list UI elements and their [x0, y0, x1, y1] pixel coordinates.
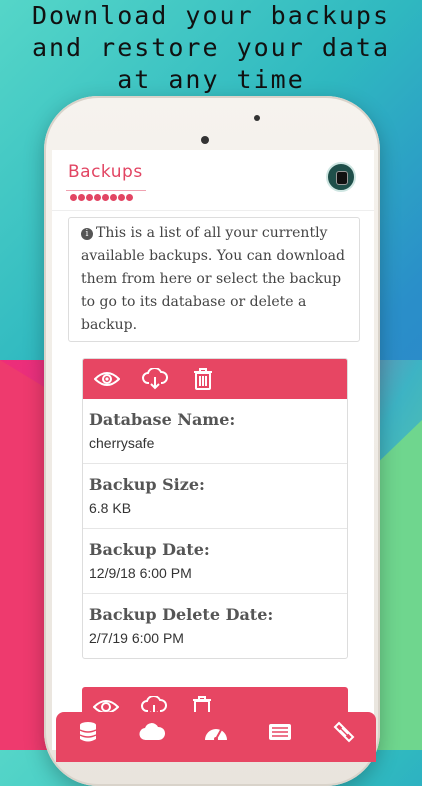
- field-label: Backup Date:: [89, 540, 210, 559]
- app-screen: Backups i This is a list of all your curr…: [52, 150, 374, 750]
- info-text: This is a list of all your currently ava…: [81, 225, 345, 333]
- database-icon[interactable]: [74, 718, 102, 746]
- field-value: cherrysafe: [89, 435, 155, 451]
- phone-speaker: [254, 115, 260, 121]
- field-label: Backup Delete Date:: [89, 605, 274, 624]
- field-label: Backup Size:: [89, 475, 205, 494]
- cloud-icon[interactable]: [138, 718, 166, 746]
- headline-line-1: Download your backups: [31, 1, 391, 30]
- app-logo: Backups: [68, 162, 143, 182]
- dashboard-icon[interactable]: [202, 718, 230, 746]
- info-icon: i: [81, 228, 93, 240]
- field-label: Database Name:: [89, 410, 236, 429]
- ticket-icon[interactable]: [330, 718, 358, 746]
- headline-line-3: at any time: [117, 65, 305, 94]
- phone-camera: [201, 136, 209, 144]
- backup-actions-bar: [83, 359, 347, 399]
- field-value: 2/7/19 6:00 PM: [89, 630, 184, 646]
- field-value: 12/9/18 6:00 PM: [89, 565, 192, 581]
- backup-card[interactable]: Database Name: cherrysafe Backup Size: 6…: [82, 358, 348, 659]
- info-box: i This is a list of all your currently av…: [68, 217, 360, 342]
- bottom-tab-bar: [56, 712, 376, 762]
- logo-dots: [70, 186, 144, 201]
- list-icon[interactable]: [266, 718, 294, 746]
- field-database-name: Database Name: cherrysafe: [83, 399, 347, 464]
- headline-line-2: and restore your data: [31, 33, 391, 62]
- field-backup-date: Backup Date: 12/9/18 6:00 PM: [83, 529, 347, 594]
- headline: Download your backups and restore your d…: [0, 0, 422, 96]
- cloud-download-icon[interactable]: [141, 365, 169, 393]
- field-backup-delete-date: Backup Delete Date: 2/7/19 6:00 PM: [83, 594, 347, 658]
- trash-icon[interactable]: [189, 365, 217, 393]
- field-value: 6.8 KB: [89, 500, 132, 516]
- field-backup-size: Backup Size: 6.8 KB: [83, 464, 347, 529]
- avatar[interactable]: [326, 162, 356, 192]
- eye-icon[interactable]: [93, 365, 121, 393]
- app-bar: Backups: [52, 150, 374, 211]
